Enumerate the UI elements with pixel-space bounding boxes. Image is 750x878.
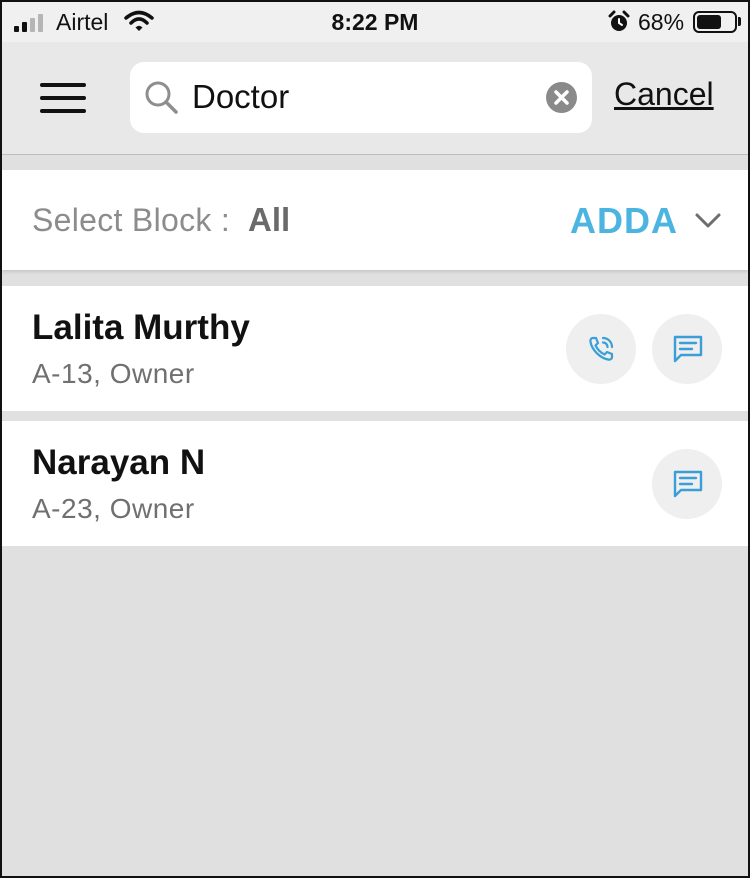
brand-logo: ADDA bbox=[570, 200, 678, 241]
list-item[interactable]: Narayan N A-23, Owner bbox=[2, 421, 748, 546]
clock: 8:22 PM bbox=[331, 9, 419, 35]
search-icon bbox=[144, 80, 180, 121]
contact-name: Lalita Murthy bbox=[32, 308, 250, 347]
message-button[interactable] bbox=[652, 314, 722, 384]
message-button[interactable] bbox=[652, 449, 722, 519]
chevron-down-icon[interactable] bbox=[694, 212, 722, 235]
battery-cap bbox=[738, 17, 741, 26]
battery-icon bbox=[693, 11, 737, 33]
battery-percent: 68% bbox=[638, 9, 685, 35]
search-header: Cancel bbox=[2, 42, 748, 155]
block-filter-value[interactable]: All bbox=[248, 201, 290, 239]
status-bar: Airtel 8:22 PM 68% bbox=[2, 2, 748, 42]
contact-name: Narayan N bbox=[32, 443, 206, 482]
contact-detail: A-23, Owner bbox=[32, 493, 195, 524]
chat-icon bbox=[673, 335, 703, 363]
battery-level bbox=[697, 15, 721, 29]
cancel-button[interactable]: Cancel bbox=[614, 76, 714, 113]
block-filter-bar[interactable]: Select Block : All ADDA bbox=[2, 170, 748, 270]
chat-icon bbox=[673, 470, 703, 498]
call-button[interactable] bbox=[566, 314, 636, 384]
menu-icon[interactable] bbox=[40, 83, 86, 113]
block-filter-label: Select Block : bbox=[32, 202, 231, 238]
search-input[interactable] bbox=[192, 70, 532, 124]
alarm-icon bbox=[607, 10, 631, 39]
phone-icon bbox=[589, 336, 614, 361]
contact-detail: A-13, Owner bbox=[32, 358, 195, 389]
search-box[interactable] bbox=[130, 62, 592, 133]
clear-icon[interactable] bbox=[546, 82, 577, 113]
list-item[interactable]: Lalita Murthy A-13, Owner bbox=[2, 286, 748, 411]
